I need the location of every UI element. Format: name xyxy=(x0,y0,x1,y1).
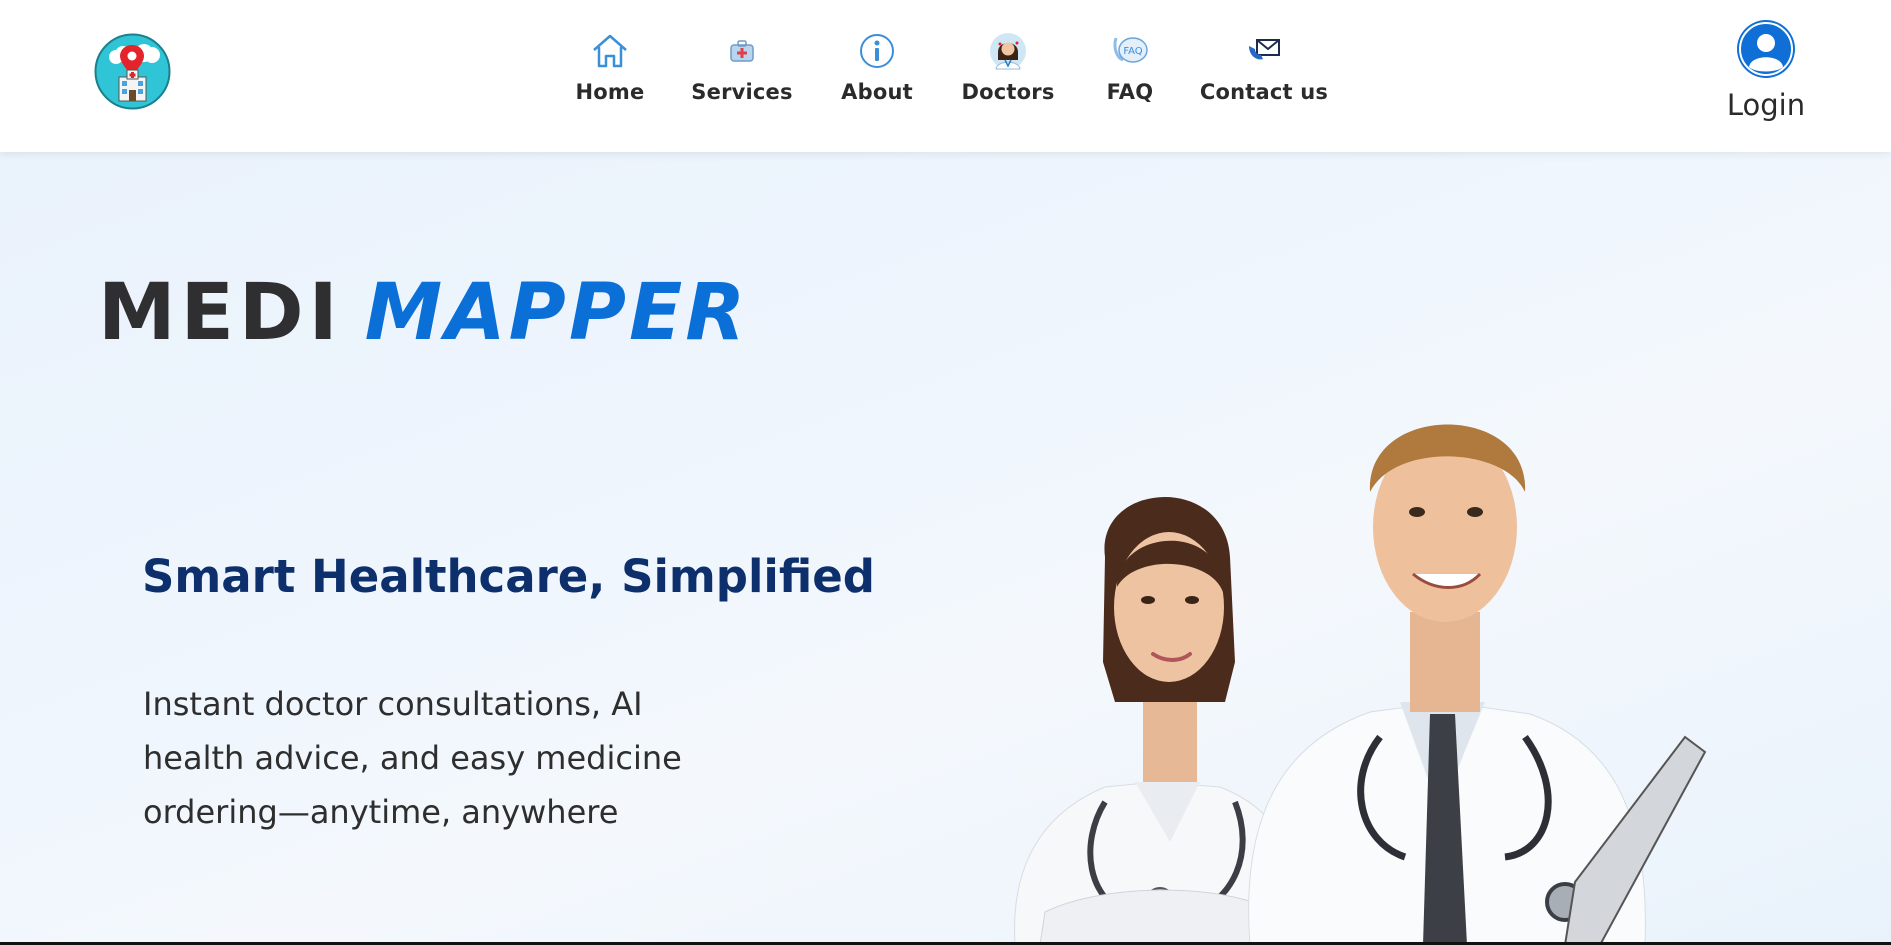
login-label: Login xyxy=(1726,88,1806,122)
login-button[interactable]: Login xyxy=(1726,18,1806,122)
site-header: Home Services About Doctors FAQ FAQ Cont… xyxy=(0,0,1891,152)
nav-services[interactable]: Services xyxy=(691,30,793,120)
hero-tagline: Smart Healthcare, Simplified xyxy=(142,550,875,603)
nav-label-home: Home xyxy=(575,80,645,104)
hero-section: MEDI MAPPER Smart Healthcare, Simplified … xyxy=(0,152,1891,945)
svg-text:FAQ: FAQ xyxy=(1123,46,1142,57)
nav-label-doctors: Doctors xyxy=(961,80,1055,104)
user-avatar-icon xyxy=(1737,20,1795,78)
envelope-phone-icon xyxy=(1249,39,1280,60)
brand-title: MEDI MAPPER xyxy=(98,274,748,352)
hero-description: Instant doctor consultations, AI health … xyxy=(143,685,682,831)
nav-faq[interactable]: FAQ FAQ xyxy=(1106,30,1154,120)
nav-about[interactable]: About xyxy=(841,30,913,120)
doctor-avatar-icon xyxy=(990,33,1026,70)
brand-word-medi: MEDI xyxy=(98,268,343,358)
nav-label-services: Services xyxy=(691,80,793,104)
home-icon xyxy=(593,34,627,68)
main-nav: Home Services About Doctors FAQ FAQ Cont… xyxy=(0,0,1891,152)
brand-word-mapper: MAPPER xyxy=(364,268,749,358)
doctors-photo xyxy=(1014,424,1707,945)
medical-kit-icon xyxy=(730,40,754,62)
info-icon xyxy=(860,34,894,68)
nav-home[interactable]: Home xyxy=(575,30,645,120)
nav-label-contact-us: Contact us xyxy=(1199,80,1329,104)
nav-label-faq: FAQ xyxy=(1106,80,1154,104)
nav-label-about: About xyxy=(841,80,913,104)
male-doctor-figure xyxy=(1248,424,1707,945)
nav-doctors[interactable]: Doctors xyxy=(961,30,1054,120)
faq-bubble-icon: FAQ xyxy=(1113,37,1148,63)
nav-contact-us[interactable]: Contact us xyxy=(1200,30,1328,120)
